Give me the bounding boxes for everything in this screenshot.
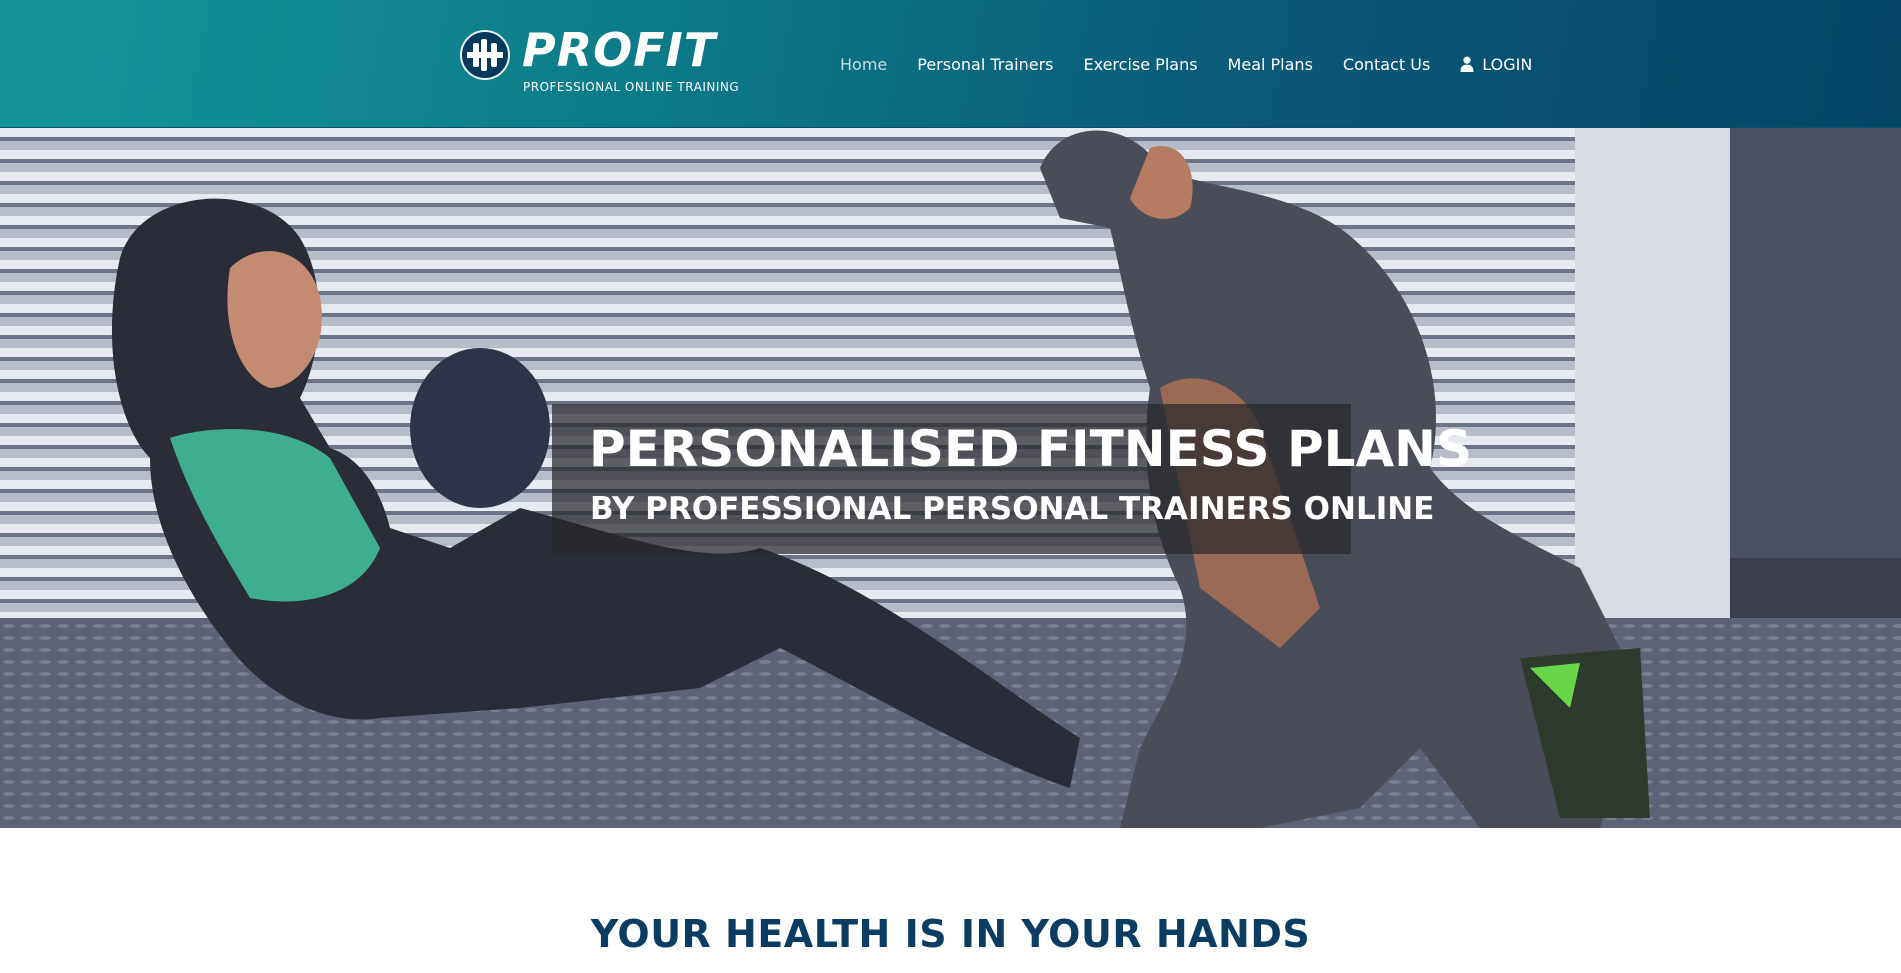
site-header: PROFIT PROFESSIONAL ONLINE TRAINING Home… — [0, 0, 1901, 128]
section-heading: YOUR HEALTH IS IN YOUR HANDS — [590, 912, 1311, 956]
user-icon — [1460, 56, 1474, 72]
login-label: LOGIN — [1482, 54, 1533, 74]
logo-tagline: PROFESSIONAL ONLINE TRAINING — [523, 80, 740, 94]
main-nav: Home Personal Trainers Exercise Plans Me… — [840, 52, 1532, 76]
dumbbell-icon — [460, 30, 510, 80]
hero-title: PERSONALISED FITNESS PLANS — [589, 420, 1473, 478]
site-logo[interactable]: PROFIT PROFESSIONAL ONLINE TRAINING — [460, 23, 739, 98]
nav-personal-trainers[interactable]: Personal Trainers — [917, 55, 1053, 74]
nav-meal-plans[interactable]: Meal Plans — [1228, 55, 1313, 74]
login-link[interactable]: LOGIN — [1460, 55, 1532, 74]
logo-wordmark: PROFIT — [522, 23, 717, 77]
nav-contact-us[interactable]: Contact Us — [1343, 55, 1430, 74]
hero-banner: PERSONALISED FITNESS PLANS BY PROFESSION… — [0, 128, 1901, 828]
nav-exercise-plans[interactable]: Exercise Plans — [1084, 55, 1198, 74]
hero-subtitle: BY PROFESSIONAL PERSONAL TRAINERS ONLINE — [590, 491, 1435, 527]
nav-home[interactable]: Home — [840, 55, 887, 74]
